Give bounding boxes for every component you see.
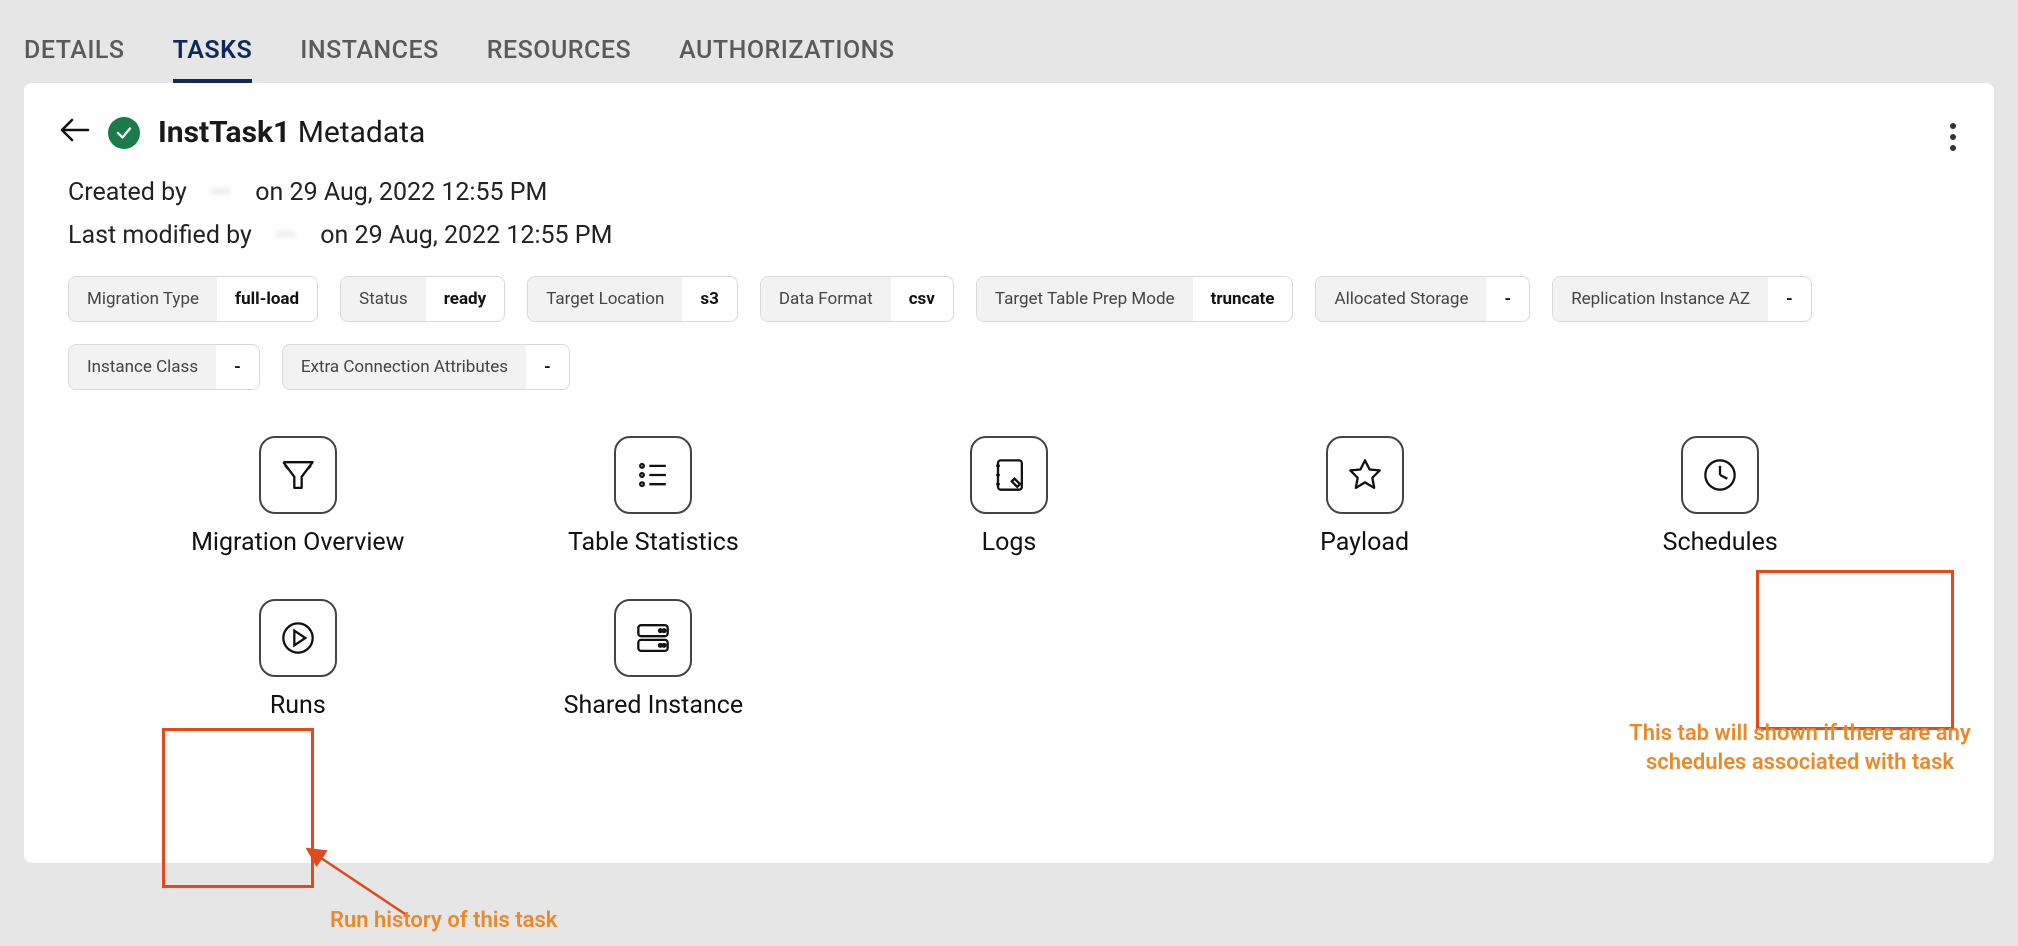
tab-tasks[interactable]: TASKS xyxy=(173,36,253,83)
pill-migration-type: Migration Type full-load xyxy=(68,276,318,322)
list-icon xyxy=(614,436,692,514)
tab-resources[interactable]: RESOURCES xyxy=(487,36,631,83)
tile-migration-overview[interactable]: Migration Overview xyxy=(130,436,466,557)
modified-by-line: Last modified by ··· on 29 Aug, 2022 12:… xyxy=(68,221,1958,250)
notebook-icon xyxy=(970,436,1048,514)
pill-prep-mode: Target Table Prep Mode truncate xyxy=(976,276,1294,322)
property-pills: Migration Type full-load Status ready Ta… xyxy=(68,276,1958,390)
created-by-line: Created by ··· on 29 Aug, 2022 12:55 PM xyxy=(68,178,1958,207)
tab-details[interactable]: DETAILS xyxy=(24,36,125,83)
tile-label: Table Statistics xyxy=(568,528,739,557)
tab-instances[interactable]: INSTANCES xyxy=(300,36,438,83)
play-circle-icon xyxy=(259,599,337,677)
tile-grid: Migration Overview Table Statistics Logs… xyxy=(130,436,1888,720)
tile-table-statistics[interactable]: Table Statistics xyxy=(486,436,822,557)
annotation-schedules: This tab will shown if there are any sch… xyxy=(1622,720,1978,777)
modified-by-user: ··· xyxy=(258,221,314,250)
tile-label: Shared Instance xyxy=(564,691,743,720)
tile-label: Runs xyxy=(270,691,326,720)
pill-replication-az: Replication Instance AZ - xyxy=(1552,276,1812,322)
created-by-user: ··· xyxy=(193,178,249,207)
tile-label: Migration Overview xyxy=(191,528,404,557)
pill-target-location: Target Location s3 xyxy=(527,276,738,322)
status-check-icon xyxy=(108,117,140,149)
server-icon xyxy=(614,599,692,677)
pill-data-format: Data Format csv xyxy=(760,276,954,322)
tile-payload[interactable]: Payload xyxy=(1197,436,1533,557)
tile-label: Payload xyxy=(1320,528,1409,557)
tile-runs[interactable]: Runs xyxy=(130,599,466,720)
pill-allocated-storage: Allocated Storage - xyxy=(1315,276,1530,322)
pill-extra-conn: Extra Connection Attributes - xyxy=(282,344,570,390)
back-arrow-icon[interactable] xyxy=(60,115,90,150)
tab-bar: DETAILS TASKS INSTANCES RESOURCES AUTHOR… xyxy=(0,0,2018,83)
tile-label: Schedules xyxy=(1663,528,1778,557)
tile-label: Logs xyxy=(982,528,1037,557)
tab-authorizations[interactable]: AUTHORIZATIONS xyxy=(679,36,894,83)
page-title-name: InstTask1 xyxy=(158,115,290,150)
page-title: InstTask1 Metadata xyxy=(158,115,425,150)
clock-icon xyxy=(1681,436,1759,514)
pill-instance-class: Instance Class - xyxy=(68,344,260,390)
funnel-icon xyxy=(259,436,337,514)
tile-logs[interactable]: Logs xyxy=(841,436,1177,557)
tile-shared-instance[interactable]: Shared Instance xyxy=(486,599,822,720)
more-menu-icon[interactable] xyxy=(1942,115,1964,159)
star-icon xyxy=(1326,436,1404,514)
annotation-runs: Run history of this task xyxy=(330,908,557,933)
page-title-suffix: Metadata xyxy=(290,115,425,150)
tile-schedules[interactable]: Schedules xyxy=(1552,436,1888,557)
pill-status: Status ready xyxy=(340,276,505,322)
header-row: InstTask1 Metadata xyxy=(60,115,1958,150)
